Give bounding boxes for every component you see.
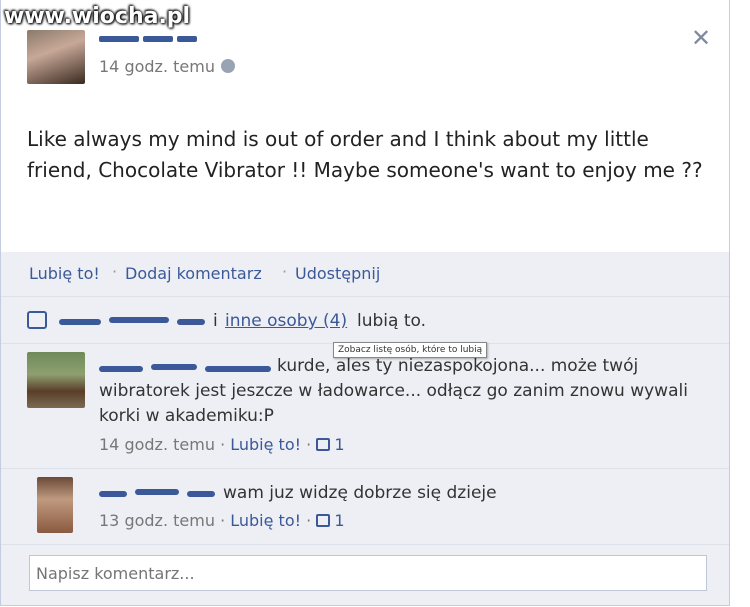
redacted-name: [109, 317, 169, 323]
comment-like-count-value: 1: [334, 435, 345, 454]
redacted-name: [177, 319, 205, 325]
share-button[interactable]: Udostępnij: [295, 264, 380, 283]
globe-icon: [220, 59, 235, 73]
post-timestamp-text: 14 godz. temu: [99, 57, 215, 76]
commenter-avatar[interactable]: [27, 352, 85, 408]
thumbs-up-icon: [27, 311, 47, 329]
comment-timestamp[interactable]: 13 godz. temu: [99, 511, 215, 530]
post-text: Like always my mind is out of order and …: [27, 127, 703, 182]
watermark: www.wiocha.pl: [4, 4, 191, 29]
close-icon[interactable]: ✕: [691, 24, 711, 52]
like-button[interactable]: Lubię to!: [29, 264, 100, 283]
separator: ·: [306, 511, 312, 530]
comment-like-count-value: 1: [334, 511, 345, 530]
comment-meta: 14 godz. temu · Lubię to! · 1: [99, 435, 345, 454]
likes-row: i inne osoby (4) lubią to.: [1, 297, 729, 344]
add-comment-button[interactable]: Dodaj komentarz: [125, 264, 262, 283]
separator: ·: [282, 262, 288, 281]
others-like-link[interactable]: inne osoby (4): [225, 311, 347, 331]
separator: ·: [220, 511, 226, 530]
comment-timestamp[interactable]: 14 godz. temu: [99, 435, 215, 454]
comment-like-button[interactable]: Lubię to!: [230, 435, 301, 454]
comment-like-count[interactable]: 1: [316, 435, 345, 454]
likes-tooltip: Zobacz listę osób, które to lubią: [333, 342, 488, 358]
redacted-name: [59, 319, 101, 325]
comment-text: kurde, ales ty niezaspokojona... może tw…: [99, 356, 688, 426]
author-avatar[interactable]: [27, 30, 85, 84]
likes-suffix: lubią to.: [357, 311, 427, 331]
thumbs-up-icon: [316, 438, 331, 451]
comment-composer: [1, 545, 729, 605]
post-actions-bar: Lubię to! · Dodaj komentarz · Udostępnij: [1, 252, 729, 297]
author-name-redacted[interactable]: [99, 28, 229, 48]
post-card: 14 godz. temu ✕ Like always my mind is o…: [0, 0, 730, 606]
comment-item: wam juz widzę dobrze się dzieje 13 godz.…: [1, 469, 729, 545]
comment-text: wam juz widzę dobrze się dzieje: [223, 483, 497, 503]
separator: ·: [112, 262, 118, 281]
separator: ·: [220, 435, 226, 454]
thumbs-up-icon: [316, 514, 331, 527]
comment-like-button[interactable]: Lubię to!: [230, 511, 301, 530]
comment-meta: 13 godz. temu · Lubię to! · 1: [99, 511, 345, 530]
commenter-avatar[interactable]: [37, 477, 73, 533]
separator: ·: [306, 435, 312, 454]
comment-input[interactable]: [29, 555, 707, 591]
likes-conjunction: i: [213, 311, 218, 331]
comment-like-count[interactable]: 1: [316, 511, 345, 530]
comment-item: kurde, ales ty niezaspokojona... może tw…: [1, 344, 729, 469]
post-timestamp[interactable]: 14 godz. temu: [99, 57, 235, 76]
